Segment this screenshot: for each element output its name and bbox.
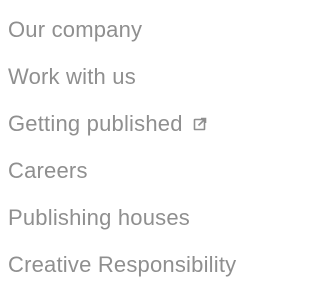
nav-link-creative-responsibility[interactable]: Creative Responsibility bbox=[8, 241, 236, 288]
nav-link-label: Publishing houses bbox=[8, 204, 190, 230]
nav-link-label: Work with us bbox=[8, 63, 136, 89]
nav-link-label: Careers bbox=[8, 157, 88, 183]
nav-link-label: Getting published bbox=[8, 110, 183, 136]
nav-link-label: Creative Responsibility bbox=[8, 251, 237, 277]
footer-nav-list: Our company Work with us Getting publish… bbox=[8, 6, 236, 288]
nav-link-getting-published[interactable]: Getting published bbox=[8, 100, 236, 147]
nav-link-label: Our company bbox=[8, 16, 143, 42]
nav-link-our-company[interactable]: Our company bbox=[8, 6, 236, 53]
nav-link-publishing-houses[interactable]: Publishing houses bbox=[8, 194, 236, 241]
nav-link-work-with-us[interactable]: Work with us bbox=[8, 53, 236, 100]
external-link-icon bbox=[193, 117, 207, 131]
nav-link-careers[interactable]: Careers bbox=[8, 147, 236, 194]
